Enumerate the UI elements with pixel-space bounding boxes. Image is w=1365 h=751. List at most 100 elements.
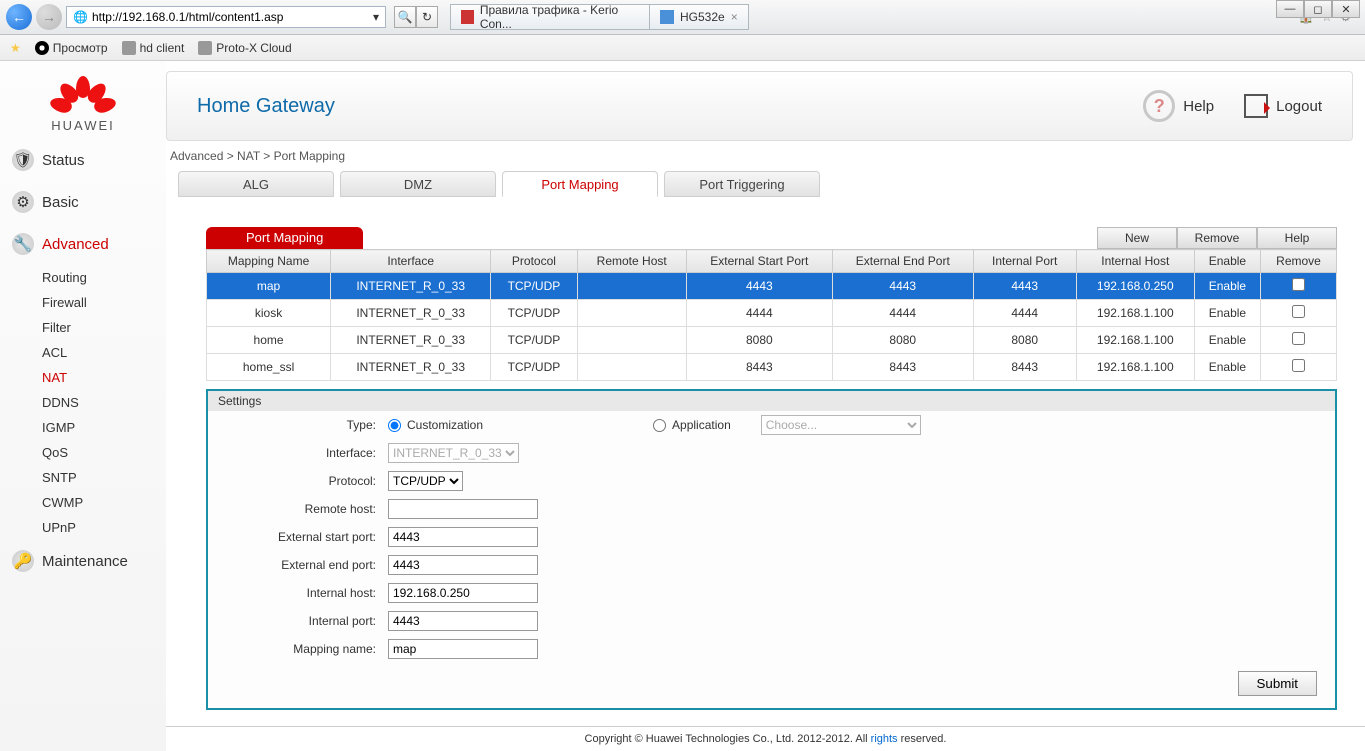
table-cell: Enable	[1194, 300, 1260, 327]
browser-tab[interactable]: Правила трафика - Kerio Con...	[450, 4, 650, 30]
favorite-item[interactable]: Просмотр	[35, 41, 108, 55]
help-icon: ?	[1143, 90, 1175, 122]
sub-routing[interactable]: Routing	[42, 265, 166, 290]
table-row[interactable]: homeINTERNET_R_0_33TCP/UDP80808080808019…	[207, 327, 1337, 354]
sub-cwmp[interactable]: CWMP	[42, 490, 166, 515]
back-button[interactable]: ←	[6, 4, 32, 30]
int-port-input[interactable]	[388, 611, 538, 631]
section-header: Port Mapping New Remove Help	[206, 227, 1337, 249]
column-header: Enable	[1194, 250, 1260, 273]
close-tab-icon[interactable]: ×	[731, 10, 738, 24]
protocol-select[interactable]: TCP/UDP	[388, 471, 463, 491]
row-type: Type: Customization Application Choose..…	[208, 411, 1335, 439]
forward-button[interactable]: →	[36, 4, 62, 30]
table-cell: 8080	[973, 327, 1076, 354]
table-row[interactable]: kioskINTERNET_R_0_33TCP/UDP4444444444441…	[207, 300, 1337, 327]
eye-icon	[35, 41, 49, 55]
nav-maintenance[interactable]: 🔑Maintenance	[0, 540, 166, 582]
table-cell: 8080	[832, 327, 973, 354]
table-row[interactable]: home_sslINTERNET_R_0_33TCP/UDP8443844384…	[207, 354, 1337, 381]
table-cell: 4443	[832, 273, 973, 300]
label-ext-end: External end port:	[248, 558, 388, 572]
logout-link[interactable]: Logout	[1244, 94, 1322, 118]
ext-start-input[interactable]	[388, 527, 538, 547]
column-header: External Start Port	[686, 250, 832, 273]
radio-customization[interactable]	[388, 419, 401, 432]
browser-tab[interactable]: HG532e ×	[649, 4, 749, 30]
int-host-input[interactable]	[388, 583, 538, 603]
logout-icon	[1244, 94, 1268, 118]
url-input[interactable]	[92, 10, 369, 24]
remove-checkbox[interactable]	[1292, 305, 1305, 318]
remote-host-input[interactable]	[388, 499, 538, 519]
label-ext-start: External start port:	[248, 530, 388, 544]
search-icon[interactable]: 🔍	[394, 6, 416, 28]
tab-port-triggering[interactable]: Port Triggering	[664, 171, 820, 197]
tab-dmz[interactable]: DMZ	[340, 171, 496, 197]
label-interface: Interface:	[248, 446, 388, 460]
radio-customization-label: Customization	[407, 418, 483, 432]
sub-sntp[interactable]: SNTP	[42, 465, 166, 490]
table-cell	[577, 327, 686, 354]
remove-checkbox[interactable]	[1292, 359, 1305, 372]
body: Port Mapping New Remove Help Mapping Nam…	[166, 197, 1365, 722]
favorite-item[interactable]: Proto-X Cloud	[198, 41, 291, 55]
table-cell: 8443	[973, 354, 1076, 381]
page-icon	[198, 41, 212, 55]
sub-upnp[interactable]: UPnP	[42, 515, 166, 540]
table-cell: Enable	[1194, 273, 1260, 300]
topbar: Home Gateway ?Help Logout	[166, 71, 1353, 141]
sub-igmp[interactable]: IGMP	[42, 415, 166, 440]
help-link[interactable]: ?Help	[1143, 90, 1214, 122]
gear-icon: ⚙	[12, 191, 34, 213]
refresh-icon[interactable]: ↻	[416, 6, 438, 28]
radio-application[interactable]	[653, 419, 666, 432]
submit-button[interactable]: Submit	[1238, 671, 1317, 696]
table-cell: 8443	[686, 354, 832, 381]
favorite-item[interactable]: hd client	[122, 41, 185, 55]
nav-advanced[interactable]: 🔧Advanced	[0, 223, 166, 265]
sub-acl[interactable]: ACL	[42, 340, 166, 365]
remove-checkbox[interactable]	[1292, 278, 1305, 291]
sub-firewall[interactable]: Firewall	[42, 290, 166, 315]
tab-port-mapping[interactable]: Port Mapping	[502, 171, 658, 197]
key-icon: 🔑	[12, 550, 34, 572]
table-cell	[1261, 300, 1337, 327]
sub-filter[interactable]: Filter	[42, 315, 166, 340]
minimize-button[interactable]: —	[1276, 0, 1304, 18]
table-help-button[interactable]: Help	[1257, 227, 1337, 249]
close-window-button[interactable]: ✕	[1332, 0, 1360, 18]
sub-qos[interactable]: QoS	[42, 440, 166, 465]
rights-link[interactable]: rights	[871, 733, 898, 745]
favorites-bar: ★ Просмотр hd client Proto-X Cloud	[0, 35, 1365, 61]
sub-nat[interactable]: NAT	[42, 365, 166, 390]
tab-alg[interactable]: ALG	[178, 171, 334, 197]
table-cell: home	[207, 327, 331, 354]
table-cell: TCP/UDP	[491, 327, 577, 354]
nav-status[interactable]: 🛡Status	[0, 139, 166, 181]
table-cell	[577, 273, 686, 300]
application-select[interactable]: Choose...	[761, 415, 921, 435]
address-bar[interactable]: 🌐 ▾	[66, 6, 386, 28]
add-favorite-icon[interactable]: ★	[10, 41, 21, 55]
table-row[interactable]: mapINTERNET_R_0_33TCP/UDP444344434443192…	[207, 273, 1337, 300]
table-action-buttons: New Remove Help	[1097, 227, 1337, 249]
row-ext-start: External start port:	[208, 523, 1335, 551]
ext-end-input[interactable]	[388, 555, 538, 575]
remove-checkbox[interactable]	[1292, 332, 1305, 345]
remove-button[interactable]: Remove	[1177, 227, 1257, 249]
maximize-button[interactable]: ◻	[1304, 0, 1332, 18]
sub-ddns[interactable]: DDNS	[42, 390, 166, 415]
table-cell	[1261, 327, 1337, 354]
ie-icon: 🌐	[73, 10, 88, 24]
tabs: ALG DMZ Port Mapping Port Triggering	[166, 171, 1365, 197]
table-cell: 192.168.1.100	[1076, 300, 1194, 327]
port-mapping-table: Mapping NameInterfaceProtocolRemote Host…	[206, 249, 1337, 381]
row-remote: Remote host:	[208, 495, 1335, 523]
interface-select[interactable]: INTERNET_R_0_33	[388, 443, 519, 463]
dropdown-icon[interactable]: ▾	[373, 10, 379, 24]
nav-basic[interactable]: ⚙Basic	[0, 181, 166, 223]
map-name-input[interactable]	[388, 639, 538, 659]
new-button[interactable]: New	[1097, 227, 1177, 249]
table-cell: TCP/UDP	[491, 354, 577, 381]
